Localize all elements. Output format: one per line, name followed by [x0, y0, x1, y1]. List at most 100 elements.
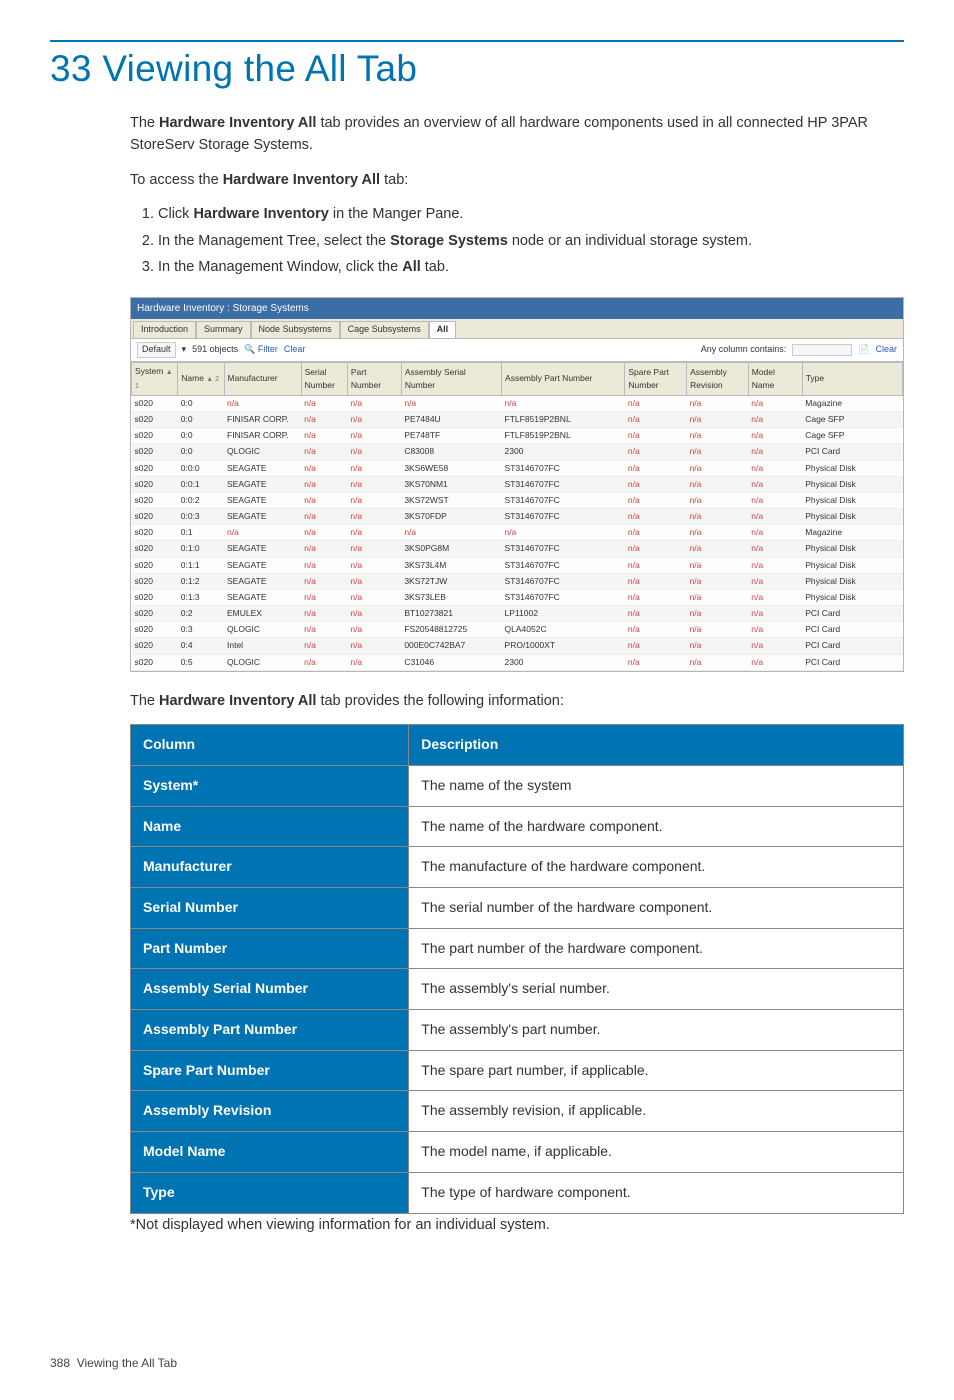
- cell: n/a: [347, 509, 401, 525]
- table-row[interactable]: s0200:0FINISAR CORP.n/an/aPE748TFFTLF851…: [132, 428, 903, 444]
- tab-all[interactable]: All: [429, 321, 457, 338]
- table-row[interactable]: s0200:1:2SEAGATEn/an/a3KS72TJWST3146707F…: [132, 573, 903, 589]
- cell: n/a: [301, 654, 347, 670]
- clear-link[interactable]: Clear: [284, 343, 306, 357]
- cell: 3KS73LEB: [401, 589, 501, 605]
- cell: Cage SFP: [802, 428, 902, 444]
- any-column-input[interactable]: [792, 344, 852, 356]
- cell: n/a: [687, 541, 749, 557]
- cell: n/a: [347, 476, 401, 492]
- col-header-part-number[interactable]: Part Number: [347, 363, 401, 396]
- cell: 0:5: [178, 654, 224, 670]
- step-2: In the Management Tree, select the Stora…: [158, 230, 904, 252]
- cell: n/a: [748, 589, 802, 605]
- tab-introduction[interactable]: Introduction: [133, 321, 196, 338]
- default-button[interactable]: Default: [137, 342, 176, 358]
- cell: n/a: [401, 395, 501, 411]
- cell: 3KS0PG8M: [401, 541, 501, 557]
- table-row[interactable]: s0200:1:1SEAGATEn/an/a3KS73L4MST3146707F…: [132, 557, 903, 573]
- table-row[interactable]: s0200:0:2SEAGATEn/an/a3KS72WSTST3146707F…: [132, 492, 903, 508]
- cell: n/a: [687, 476, 749, 492]
- desc-row: ManufacturerThe manufacture of the hardw…: [131, 847, 904, 888]
- cell: FS20548812725: [401, 622, 501, 638]
- export-icon[interactable]: 📄: [858, 343, 869, 357]
- table-row[interactable]: s0200:2EMULEXn/an/aBT10273821LP11002n/an…: [132, 606, 903, 622]
- cell: n/a: [748, 525, 802, 541]
- cell: 0:0: [178, 395, 224, 411]
- intro-paragraph-2: To access the Hardware Inventory All tab…: [130, 169, 904, 191]
- desc-col-description: The name of the system: [409, 765, 904, 806]
- cell: n/a: [625, 395, 687, 411]
- cell: 3KS6WE58: [401, 460, 501, 476]
- dropdown-icon[interactable]: ▾: [182, 343, 187, 357]
- cell: n/a: [301, 492, 347, 508]
- cell: n/a: [748, 460, 802, 476]
- col-header-model-name[interactable]: Model Name: [748, 363, 802, 396]
- cell: 0:3: [178, 622, 224, 638]
- col-header-assembly-part-number[interactable]: Assembly Part Number: [502, 363, 625, 396]
- desc-col-name: Assembly Serial Number: [131, 969, 409, 1010]
- cell: n/a: [347, 525, 401, 541]
- table-row[interactable]: s0200:0QLOGICn/an/aC830082300n/an/an/aPC…: [132, 444, 903, 460]
- tab-cage-subsystems[interactable]: Cage Subsystems: [340, 321, 429, 338]
- col-header-serial-number[interactable]: Serial Number: [301, 363, 347, 396]
- filter-link[interactable]: 🔍 Filter: [244, 343, 278, 357]
- col-header-type[interactable]: Type: [802, 363, 902, 396]
- cell: n/a: [748, 606, 802, 622]
- col-header-assembly-serial-number[interactable]: Assembly Serial Number: [401, 363, 501, 396]
- desc-col-description: The assembly revision, if applicable.: [409, 1091, 904, 1132]
- table-row[interactable]: s0200:1n/an/an/an/an/an/an/an/aMagazine: [132, 525, 903, 541]
- cell: 0:4: [178, 638, 224, 654]
- cell: n/a: [687, 525, 749, 541]
- cell: n/a: [625, 444, 687, 460]
- cell: 3KS70NM1: [401, 476, 501, 492]
- cell: 0:0:1: [178, 476, 224, 492]
- cell: n/a: [301, 509, 347, 525]
- table-row[interactable]: s0200:1:0SEAGATEn/an/a3KS0PG8MST3146707F…: [132, 541, 903, 557]
- cell: s020: [132, 492, 178, 508]
- cell: Physical Disk: [802, 460, 902, 476]
- cell: s020: [132, 476, 178, 492]
- screenshot-panel: Hardware Inventory : Storage Systems Int…: [130, 297, 904, 672]
- table-row[interactable]: s0200:5QLOGICn/an/aC310462300n/an/an/aPC…: [132, 654, 903, 670]
- table-row[interactable]: s0200:4Inteln/an/a000E0C742BA7PRO/1000XT…: [132, 638, 903, 654]
- col-header-system[interactable]: System ▲ 1: [132, 363, 178, 396]
- desc-col-description: The serial number of the hardware compon…: [409, 888, 904, 929]
- tab-summary[interactable]: Summary: [196, 321, 251, 338]
- col-header-name[interactable]: Name ▲ 2: [178, 363, 224, 396]
- col-header-manufacturer[interactable]: Manufacturer: [224, 363, 301, 396]
- table-row[interactable]: s0200:0:1SEAGATEn/an/a3KS70NM1ST3146707F…: [132, 476, 903, 492]
- cell: Physical Disk: [802, 509, 902, 525]
- cell: Physical Disk: [802, 476, 902, 492]
- cell: s020: [132, 622, 178, 638]
- cell: n/a: [347, 412, 401, 428]
- clear-link-2[interactable]: Clear: [875, 343, 897, 357]
- cell: 3KS72TJW: [401, 573, 501, 589]
- table-row[interactable]: s0200:0:0SEAGATEn/an/a3KS6WE58ST3146707F…: [132, 460, 903, 476]
- tab-node-subsystems[interactable]: Node Subsystems: [251, 321, 340, 338]
- cell: QLOGIC: [224, 622, 301, 638]
- cell: n/a: [625, 654, 687, 670]
- cell: n/a: [687, 395, 749, 411]
- col-header-assembly-revision[interactable]: Assembly Revision: [687, 363, 749, 396]
- cell: 0:2: [178, 606, 224, 622]
- table-row[interactable]: s0200:0n/an/an/an/an/an/an/an/aMagazine: [132, 395, 903, 411]
- cell: C83008: [401, 444, 501, 460]
- cell: s020: [132, 589, 178, 605]
- description-table: Column Description System*The name of th…: [130, 724, 904, 1213]
- cell: n/a: [301, 622, 347, 638]
- desc-row: Model NameThe model name, if applicable.: [131, 1132, 904, 1173]
- table-row[interactable]: s0200:1:3SEAGATEn/an/a3KS73LEBST3146707F…: [132, 589, 903, 605]
- cell: n/a: [625, 622, 687, 638]
- table-row[interactable]: s0200:0FINISAR CORP.n/an/aPE7484UFTLF851…: [132, 412, 903, 428]
- cell: n/a: [625, 492, 687, 508]
- table-row[interactable]: s0200:0:3SEAGATEn/an/a3KS70FDPST3146707F…: [132, 509, 903, 525]
- cell: Physical Disk: [802, 589, 902, 605]
- desc-col-name: Type: [131, 1172, 409, 1213]
- cell: n/a: [748, 492, 802, 508]
- col-header-spare-part-number[interactable]: Spare Part Number: [625, 363, 687, 396]
- desc-col-name: Assembly Part Number: [131, 1010, 409, 1051]
- cell: n/a: [347, 444, 401, 460]
- cell: n/a: [625, 460, 687, 476]
- table-row[interactable]: s0200:3QLOGICn/an/aFS20548812725QLA4052C…: [132, 622, 903, 638]
